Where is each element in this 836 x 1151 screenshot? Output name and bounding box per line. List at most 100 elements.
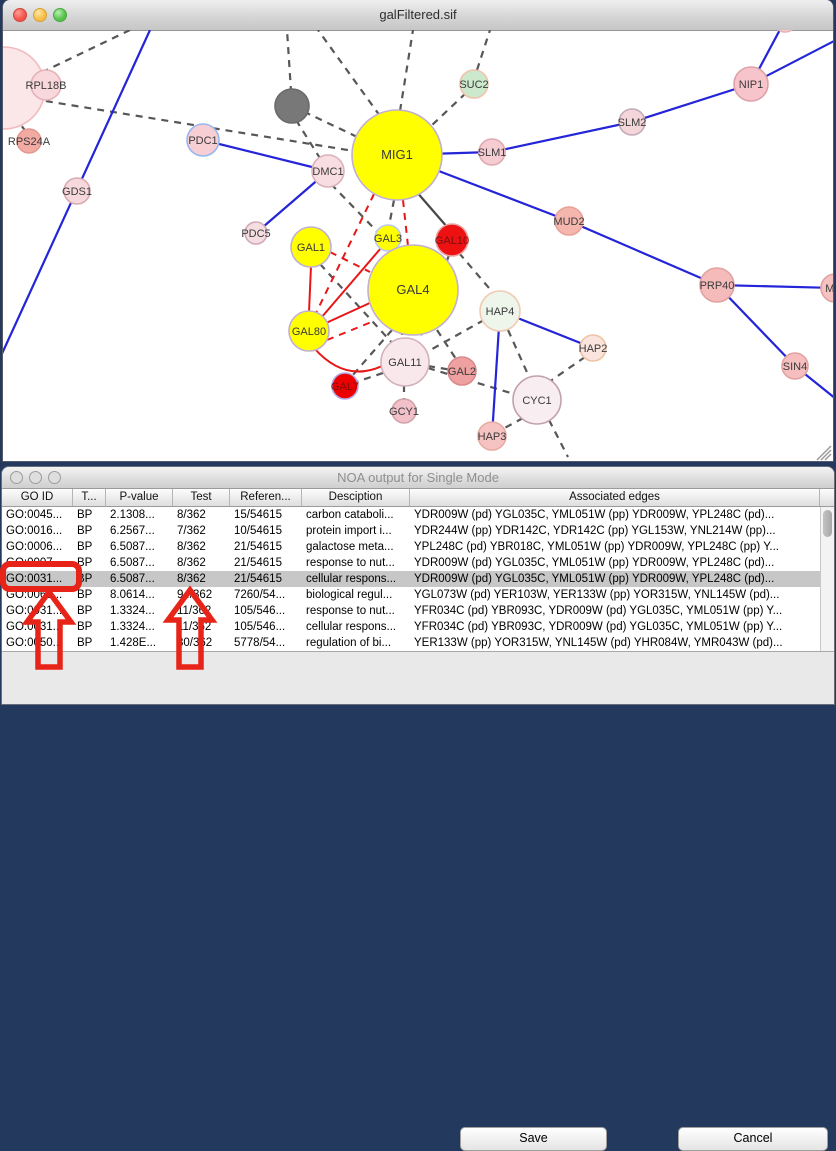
node-label-PDC1: PDC1 xyxy=(188,135,217,147)
column-header-2[interactable]: P-value xyxy=(106,489,173,506)
cell-type: BP xyxy=(73,523,106,539)
cell-p_value: 1.3324... xyxy=(106,603,173,619)
node-label-GAL3: GAL3 xyxy=(374,233,402,245)
node-label-RPS24A: RPS24A xyxy=(8,136,51,148)
cell-associated_edges: YFR034C (pd) YBR093C, YDR009W (pd) YGL03… xyxy=(410,619,820,635)
node-label-RPL18B: RPL18B xyxy=(26,80,67,92)
cell-associated_edges: YDR009W (pd) YGL035C, YML051W (pp) YDR00… xyxy=(410,507,820,523)
cell-test: 7/362 xyxy=(173,523,230,539)
cell-type: BP xyxy=(73,603,106,619)
network-edge xyxy=(430,93,466,127)
cell-go_id: GO:0006... xyxy=(2,539,73,555)
scrollbar-thumb[interactable] xyxy=(823,510,832,537)
cell-associated_edges: YDR244W (pp) YDR142C, YDR142C (pp) YGL15… xyxy=(410,523,820,539)
column-header-0[interactable]: GO ID xyxy=(2,489,73,506)
column-header-spacer xyxy=(820,489,834,506)
node-label-GAL4: GAL4 xyxy=(396,282,429,297)
column-header-5[interactable]: Desciption xyxy=(302,489,410,506)
cell-associated_edges: YER133W (pp) YOR315W, YNL145W (pd) YHR08… xyxy=(410,635,820,651)
cell-reference: 21/54615 xyxy=(230,539,302,555)
cell-reference: 105/546... xyxy=(230,619,302,635)
cell-type: BP xyxy=(73,555,106,571)
node-label-PDC5: PDC5 xyxy=(241,228,270,240)
cell-associated_edges: YPL248C (pd) YBR018C, YML051W (pp) YDR00… xyxy=(410,539,820,555)
network-edge xyxy=(327,321,374,340)
node-label-SUC2: SUC2 xyxy=(459,79,488,91)
table-row[interactable]: GO:0031...BP1.3324...11/362105/546...cel… xyxy=(2,619,834,635)
network-edge xyxy=(400,30,413,111)
cell-test: 8/362 xyxy=(173,555,230,571)
table-row[interactable]: GO:0045...BP2.1308...8/36215/54615carbon… xyxy=(2,507,834,523)
node-label-SIN4: SIN4 xyxy=(783,361,807,373)
noa-results-table: GO IDT...P-valueTestReferen...Desciption… xyxy=(2,488,834,652)
node-label-GAL11: GAL11 xyxy=(388,357,421,369)
cell-go_id: GO:0016... xyxy=(2,523,73,539)
noa-output-window: NOA output for Single Mode GO IDT...P-va… xyxy=(2,467,834,704)
node-label-MUD2: MUD2 xyxy=(553,216,584,228)
network-edge xyxy=(492,122,632,152)
table-row[interactable]: GO:0016...BP6.2567...7/36210/54615protei… xyxy=(2,523,834,539)
network-window: galFiltered.sif RPL18BRPS24AGDS1PDC1MIG1… xyxy=(3,0,833,461)
column-header-1[interactable]: T... xyxy=(73,489,106,506)
cell-go_id: GO:0007... xyxy=(2,555,73,571)
column-header-6[interactable]: Associated edges xyxy=(410,489,820,506)
cell-description: protein import i... xyxy=(302,523,410,539)
cell-test: 94/362 xyxy=(173,587,230,603)
network-edge xyxy=(477,30,490,70)
save-button[interactable]: Save xyxy=(460,1127,607,1151)
node-label-GAL2: GAL2 xyxy=(448,366,476,378)
table-row[interactable]: GO:0007...BP6.5087...8/36221/54615respon… xyxy=(2,555,834,571)
cell-p_value: 6.5087... xyxy=(106,555,173,571)
cell-description: cellular respons... xyxy=(302,571,410,587)
cell-go_id: GO:0031... xyxy=(2,619,73,635)
cell-description: biological regul... xyxy=(302,587,410,603)
node-gray-node[interactable] xyxy=(275,89,309,123)
cell-reference: 7260/54... xyxy=(230,587,302,603)
cell-type: BP xyxy=(73,539,106,555)
column-header-3[interactable]: Test xyxy=(173,489,230,506)
table-row[interactable]: GO:0006...BP6.5087...8/36221/54615galact… xyxy=(2,539,834,555)
network-edge xyxy=(309,266,311,312)
vertical-scrollbar[interactable] xyxy=(820,507,834,651)
table-header-row: GO IDT...P-valueTestReferen...Desciption… xyxy=(2,488,834,507)
table-row[interactable]: GO:0050...BP1.428E...80/3625778/54...reg… xyxy=(2,635,834,651)
cancel-button[interactable]: Cancel xyxy=(678,1127,828,1151)
node-label-HAP2: HAP2 xyxy=(579,343,608,355)
column-header-4[interactable]: Referen... xyxy=(230,489,302,506)
cell-reference: 105/546... xyxy=(230,603,302,619)
table-row[interactable]: GO:0031...BP6.5087...8/36221/54615cellul… xyxy=(2,571,834,587)
network-edge xyxy=(356,373,383,382)
cell-go_id: GO:0065... xyxy=(2,587,73,603)
node-label-GAL80: GAL80 xyxy=(292,326,326,338)
cell-go_id: GO:0031... xyxy=(2,571,73,587)
noa-window-titlebar[interactable]: NOA output for Single Mode xyxy=(2,467,834,489)
cell-reference: 15/54615 xyxy=(230,507,302,523)
cell-test: 80/362 xyxy=(173,635,230,651)
cell-associated_edges: YFR034C (pd) YBR093C, YDR009W (pd) YGL03… xyxy=(410,603,820,619)
cell-type: BP xyxy=(73,571,106,587)
cell-go_id: GO:0045... xyxy=(2,507,73,523)
network-edge xyxy=(569,221,717,285)
network-window-title: galFiltered.sif xyxy=(3,0,833,30)
node-label-HAP3: HAP3 xyxy=(478,431,507,443)
cell-p_value: 1.3324... xyxy=(106,619,173,635)
network-edge xyxy=(437,330,456,359)
noa-window-title: NOA output for Single Mode xyxy=(2,467,834,488)
node-label-MIG1: MIG1 xyxy=(381,147,413,162)
network-edge xyxy=(459,253,495,295)
cell-reference: 21/54615 xyxy=(230,555,302,571)
cell-type: BP xyxy=(73,507,106,523)
cell-p_value: 1.428E... xyxy=(106,635,173,651)
network-edge xyxy=(632,84,751,122)
network-canvas[interactable]: RPL18BRPS24AGDS1PDC1MIG1SUC2SLM1DMC1SLM2… xyxy=(3,30,833,461)
cell-description: response to nut... xyxy=(302,555,410,571)
network-edge xyxy=(549,357,585,382)
cell-test: 8/362 xyxy=(173,507,230,523)
table-row[interactable]: GO:0031...BP1.3324...11/362105/546...res… xyxy=(2,603,834,619)
node-label-MSI: MSI xyxy=(825,283,833,295)
cell-go_id: GO:0031... xyxy=(2,603,73,619)
cell-reference: 5778/54... xyxy=(230,635,302,651)
network-window-titlebar[interactable]: galFiltered.sif xyxy=(3,0,833,31)
table-row[interactable]: GO:0065...BP8.0614...94/3627260/54...bio… xyxy=(2,587,834,603)
node-corner-pink[interactable] xyxy=(773,30,797,32)
